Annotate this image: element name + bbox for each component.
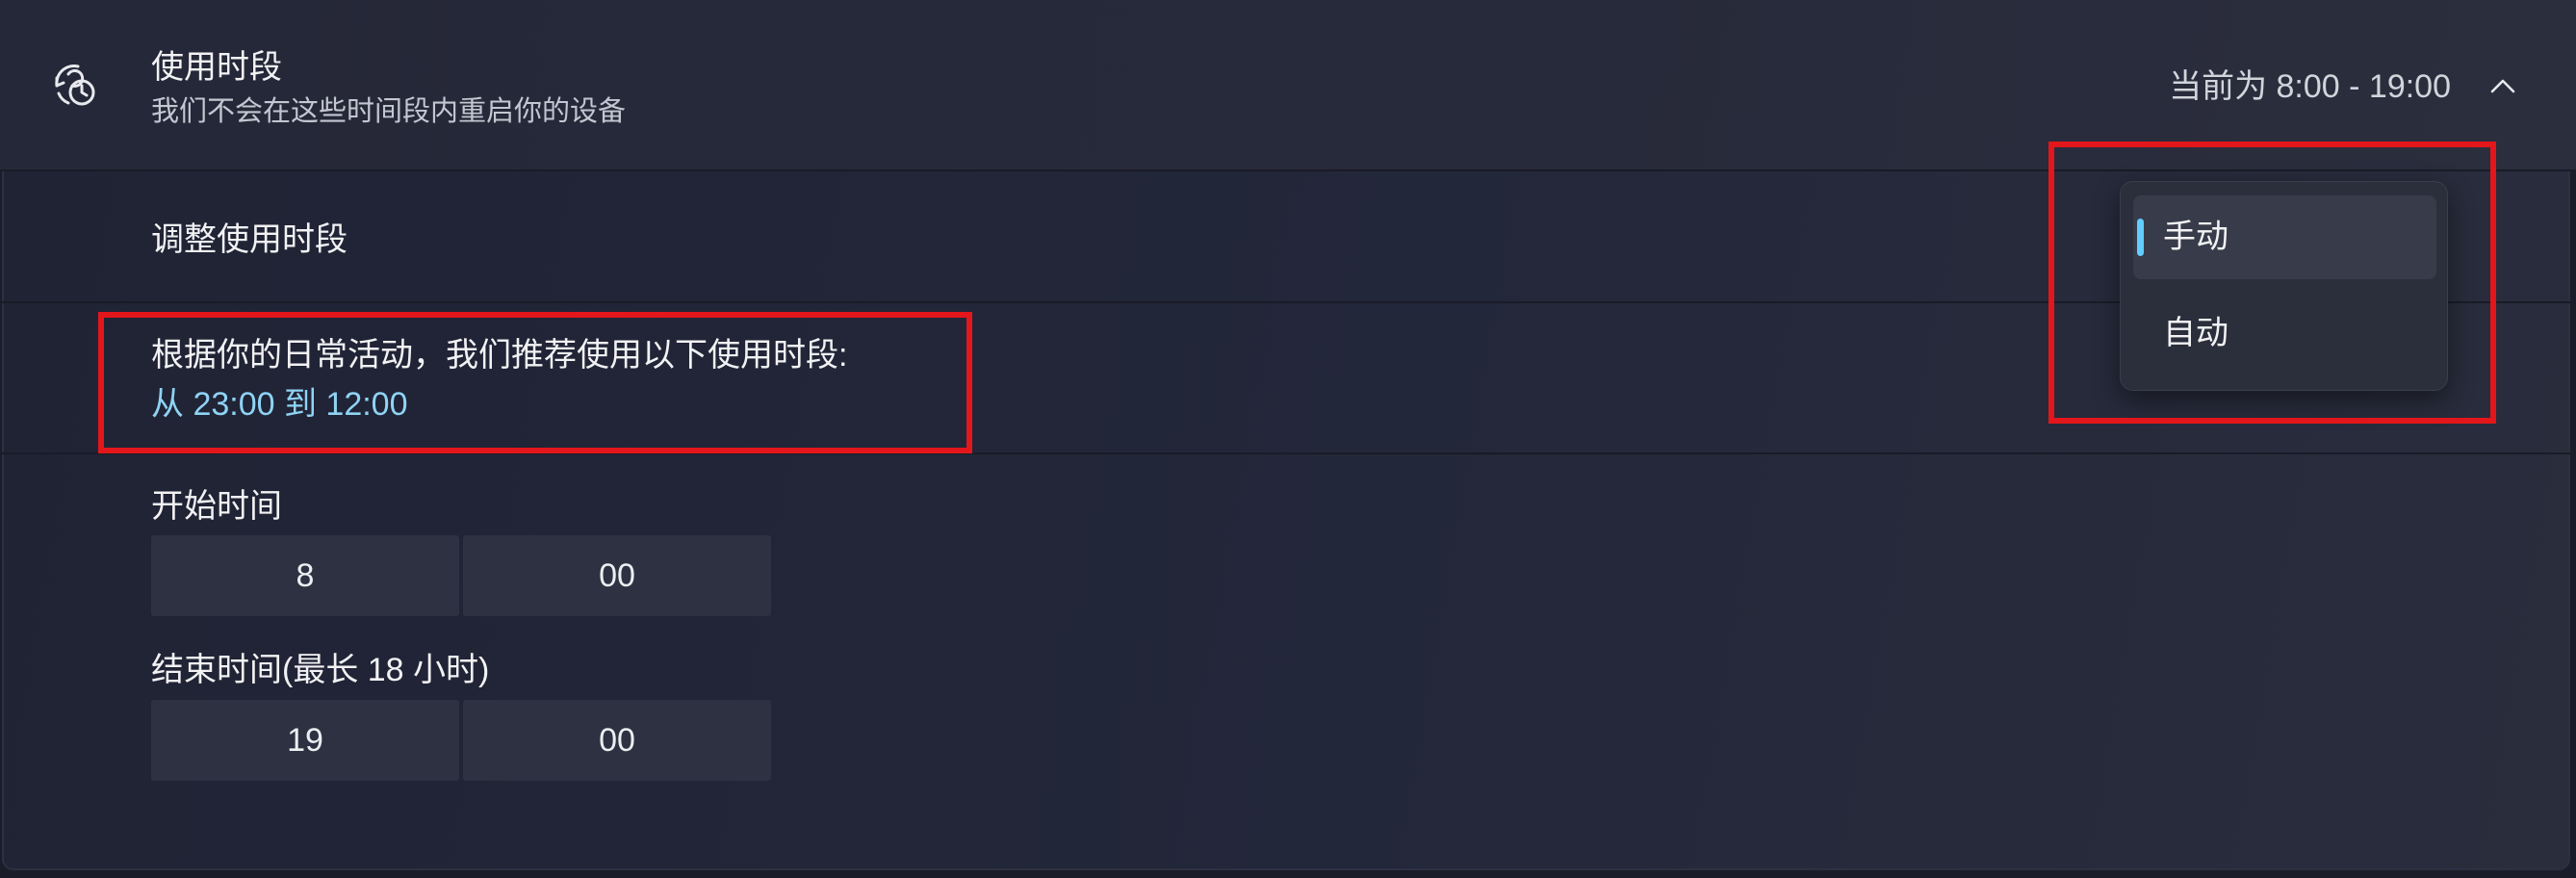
start-time-label: 开始时间: [151, 488, 282, 525]
adjust-active-hours-label: 调整使用时段: [151, 221, 348, 258]
current-hours-label: 当前为 8:00 - 19:00: [2169, 68, 2451, 105]
end-time-label: 结束时间(最长 18 小时): [151, 652, 490, 688]
page-subtitle: 我们不会在这些时间段内重启你的设备: [151, 96, 627, 127]
page-title: 使用时段: [151, 49, 282, 86]
end-minute-picker[interactable]: 00: [463, 700, 771, 781]
annotation-highlight-box: [98, 312, 972, 453]
end-hour-picker[interactable]: 19: [151, 700, 459, 781]
clock-refresh-icon: [49, 61, 99, 111]
start-hour-picker[interactable]: 8: [151, 535, 459, 616]
chevron-up-icon[interactable]: [2488, 71, 2517, 100]
start-minute-picker[interactable]: 00: [463, 535, 771, 616]
annotation-highlight-box: [2048, 142, 2496, 424]
